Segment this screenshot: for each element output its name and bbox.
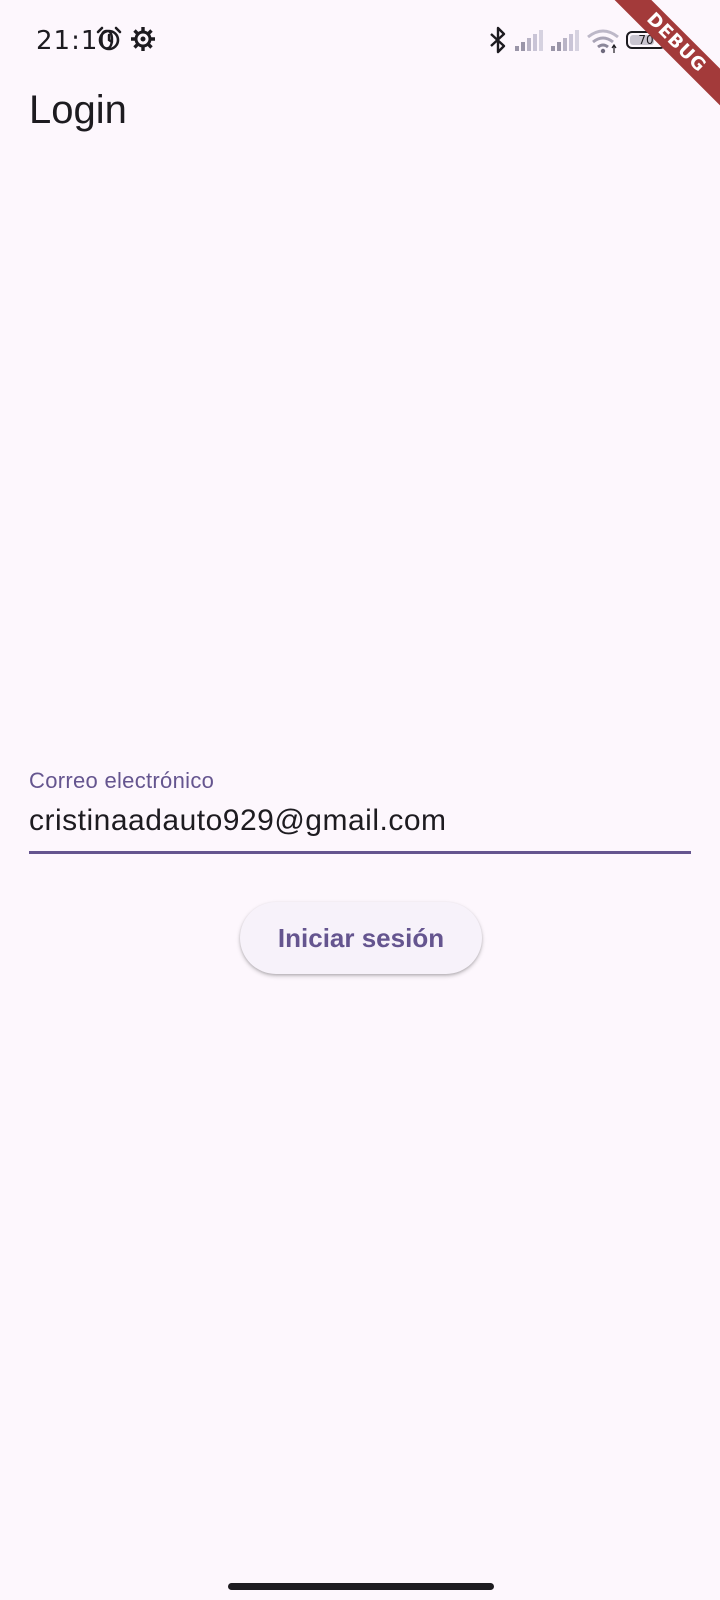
email-field-underline — [29, 851, 691, 854]
wifi-icon — [587, 29, 619, 54]
email-input[interactable] — [29, 792, 691, 850]
signal-icon — [515, 30, 543, 51]
page-title: Login — [29, 88, 127, 132]
status-bar: 21:10 70 — [0, 0, 720, 80]
login-screen: 21:10 70 DEBUG Login Correo electrónico … — [0, 0, 720, 1600]
alarm-icon — [96, 26, 122, 51]
bluetooth-icon — [490, 26, 506, 54]
email-field-label: Correo electrónico — [29, 768, 215, 793]
login-button[interactable]: Iniciar sesión — [240, 902, 482, 974]
email-field[interactable]: Correo electrónico — [29, 758, 691, 858]
gear-icon — [131, 27, 155, 51]
signal-icon — [551, 30, 579, 51]
navigation-handle[interactable] — [228, 1583, 494, 1590]
